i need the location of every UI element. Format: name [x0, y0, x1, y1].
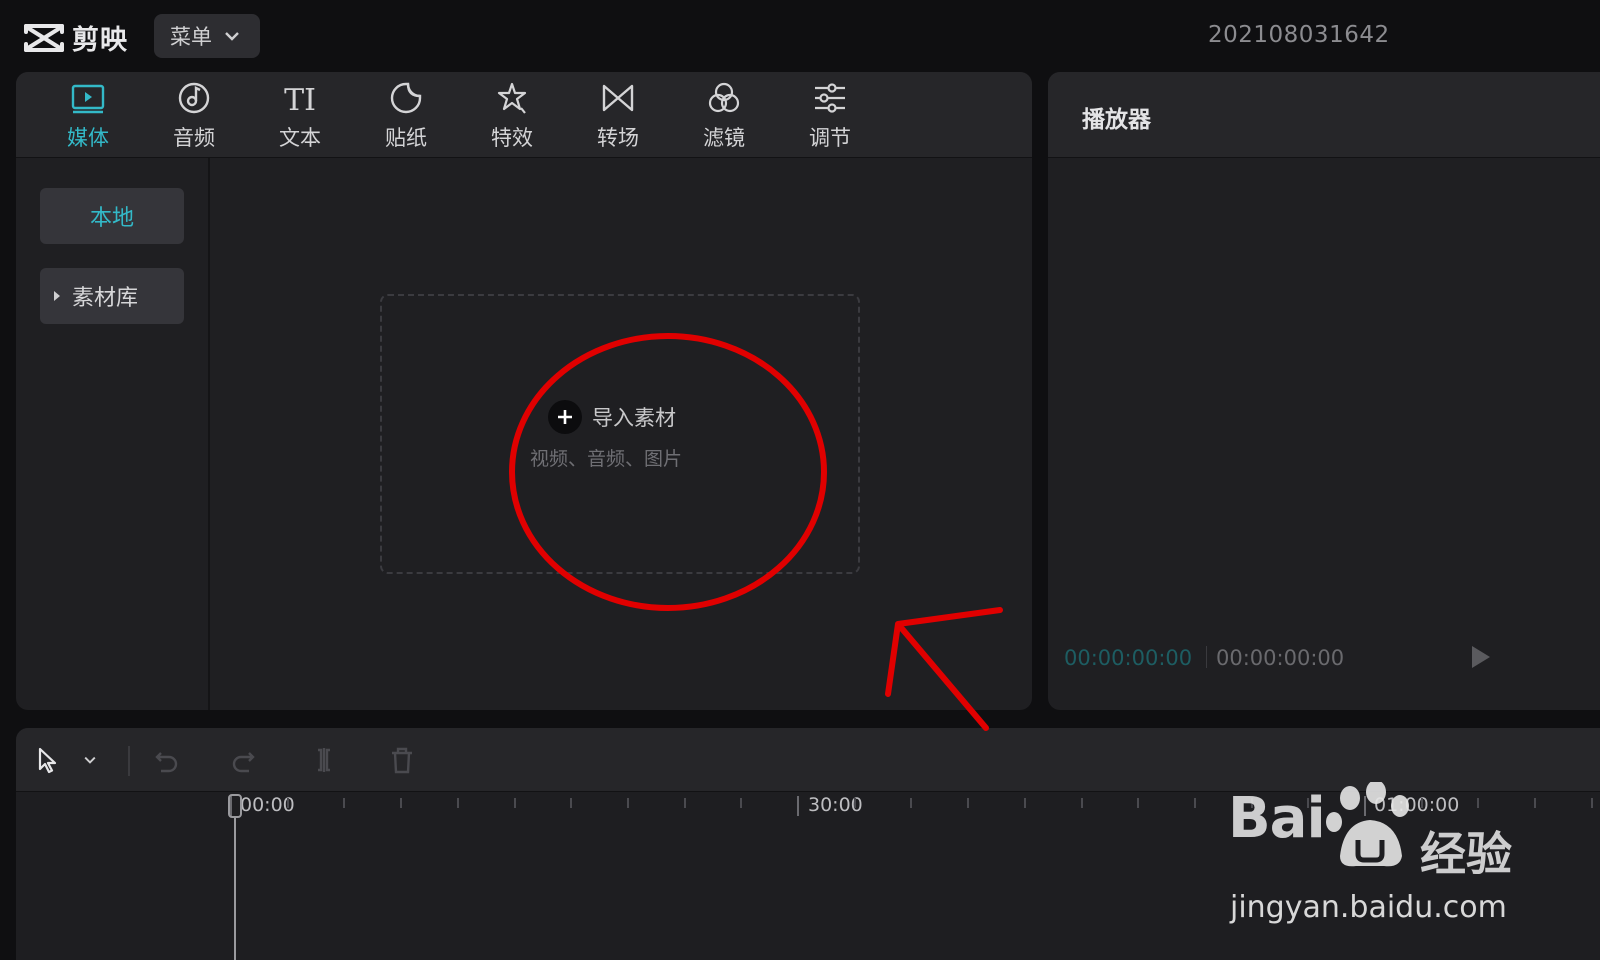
ruler-tick — [1591, 798, 1593, 808]
ruler-tick — [1251, 798, 1253, 808]
plus-button[interactable] — [548, 400, 582, 434]
undo-button[interactable] — [148, 742, 184, 778]
total-timecode: 00:00:00:00 — [1216, 646, 1345, 670]
player-title: 播放器 — [1082, 107, 1151, 133]
ruler-tick — [1024, 798, 1026, 808]
player-panel: 播放器 00:00:00:00 00:00:00:00 — [1048, 72, 1600, 710]
app-logo: 剪映 — [22, 18, 128, 57]
menu-button[interactable]: 菜单 — [154, 14, 260, 58]
text-icon: TI — [284, 83, 316, 116]
timeline-toolbar — [16, 728, 1600, 792]
tab-label: 转场 — [597, 126, 639, 150]
tab-label: 滤镜 — [703, 126, 745, 150]
ruler-tick — [1194, 798, 1196, 808]
tab-label: 调节 — [809, 126, 851, 150]
ruler-tick — [1421, 798, 1423, 808]
redo-button[interactable] — [226, 742, 262, 778]
sidebar-item-local[interactable]: 本地 — [40, 188, 184, 244]
ruler-tick — [287, 798, 289, 808]
ruler-tick — [1534, 798, 1536, 808]
timeline-ruler[interactable]: 00:00 30:00 01:00:00 — [16, 792, 1600, 832]
adjust-icon — [815, 83, 845, 113]
playhead[interactable] — [228, 794, 242, 960]
tab-media[interactable]: 媒体 — [48, 80, 128, 152]
app-name: 剪映 — [72, 25, 128, 56]
ruler-tick — [1081, 798, 1083, 808]
ruler-tick — [627, 798, 629, 808]
chevron-down-icon — [225, 32, 239, 41]
sidebar-item-label: 素材库 — [72, 286, 139, 311]
audio-icon — [178, 82, 210, 114]
ruler-tick — [1477, 798, 1479, 808]
tab-text[interactable]: TI 文本 — [260, 80, 340, 152]
tab-audio[interactable]: 音频 — [154, 80, 234, 152]
capcut-logo-icon — [24, 23, 64, 52]
redo-icon — [232, 752, 255, 773]
toolbar-divider — [128, 746, 130, 776]
ruler-tick — [684, 798, 686, 808]
tab-adjust[interactable]: 调节 — [790, 80, 870, 152]
ruler-tick — [400, 798, 402, 808]
sidebar-item-library[interactable]: 素材库 — [40, 268, 184, 324]
ruler-tick — [1137, 798, 1139, 808]
import-hint: 视频、音频、图片 — [530, 448, 683, 470]
current-timecode: 00:00:00:00 — [1064, 646, 1193, 670]
tab-label: 贴纸 — [385, 126, 427, 150]
split-button[interactable] — [306, 742, 342, 778]
chevron-down-icon — [84, 756, 96, 764]
tab-effects[interactable]: 特效 — [472, 80, 552, 152]
tab-transition[interactable]: 转场 — [578, 80, 658, 152]
import-label: 导入素材 — [592, 406, 676, 430]
tab-label: 文本 — [279, 126, 321, 150]
sticker-icon — [390, 82, 422, 114]
tab-label: 音频 — [173, 126, 215, 150]
ruler-tick — [570, 798, 572, 808]
media-sidebar: 本地 素材库 — [16, 158, 210, 710]
sidebar-item-label: 本地 — [89, 206, 134, 231]
menu-label: 菜单 — [170, 25, 212, 49]
caret-right-icon — [54, 291, 60, 301]
ruler-tick — [1307, 798, 1309, 808]
plus-icon — [558, 410, 572, 424]
ruler-tick — [854, 798, 856, 808]
select-tool-button[interactable] — [30, 742, 66, 778]
media-panel: 媒体 音频 TI 文本 贴纸 特效 转场 滤镜 调节 本地 素材库 导入素材 视… — [16, 72, 1032, 710]
tab-sticker[interactable]: 贴纸 — [366, 80, 446, 152]
select-mode-dropdown[interactable] — [78, 742, 102, 778]
timecode-divider — [1206, 646, 1207, 668]
import-media-button[interactable]: 导入素材 — [548, 400, 676, 434]
transition-icon — [602, 84, 634, 112]
tab-filter[interactable]: 滤镜 — [684, 80, 764, 152]
top-bar: 剪映 菜单 202108031642 — [0, 0, 1600, 72]
ruler-tick — [740, 798, 742, 808]
delete-button[interactable] — [384, 742, 420, 778]
media-icon — [71, 84, 105, 114]
play-icon[interactable] — [1466, 642, 1494, 672]
ruler-tick — [967, 798, 969, 808]
ruler-tick — [457, 798, 459, 808]
svg-text:TI: TI — [284, 83, 316, 116]
effects-icon — [497, 82, 527, 114]
ruler-label: 01:00:00 — [1374, 794, 1460, 816]
ruler-tick — [514, 798, 516, 808]
feature-toolbar: 媒体 音频 TI 文本 贴纸 特效 转场 滤镜 调节 — [16, 72, 1032, 158]
import-dropzone[interactable] — [380, 294, 860, 574]
undo-icon — [155, 752, 178, 773]
ruler-tick — [343, 798, 345, 808]
trash-icon — [392, 747, 412, 774]
player-header: 播放器 — [1048, 72, 1600, 158]
pointer-icon — [38, 747, 57, 774]
ruler-tick — [910, 798, 912, 808]
project-name: 202108031642 — [1208, 22, 1390, 48]
filter-icon — [708, 82, 740, 113]
timeline-panel: 00:00 30:00 01:00:00 — [16, 728, 1600, 960]
ruler-tick — [797, 796, 799, 816]
tab-label: 特效 — [491, 126, 533, 150]
tab-label: 媒体 — [67, 126, 109, 150]
ruler-tick — [1364, 796, 1366, 816]
split-icon — [318, 748, 330, 772]
